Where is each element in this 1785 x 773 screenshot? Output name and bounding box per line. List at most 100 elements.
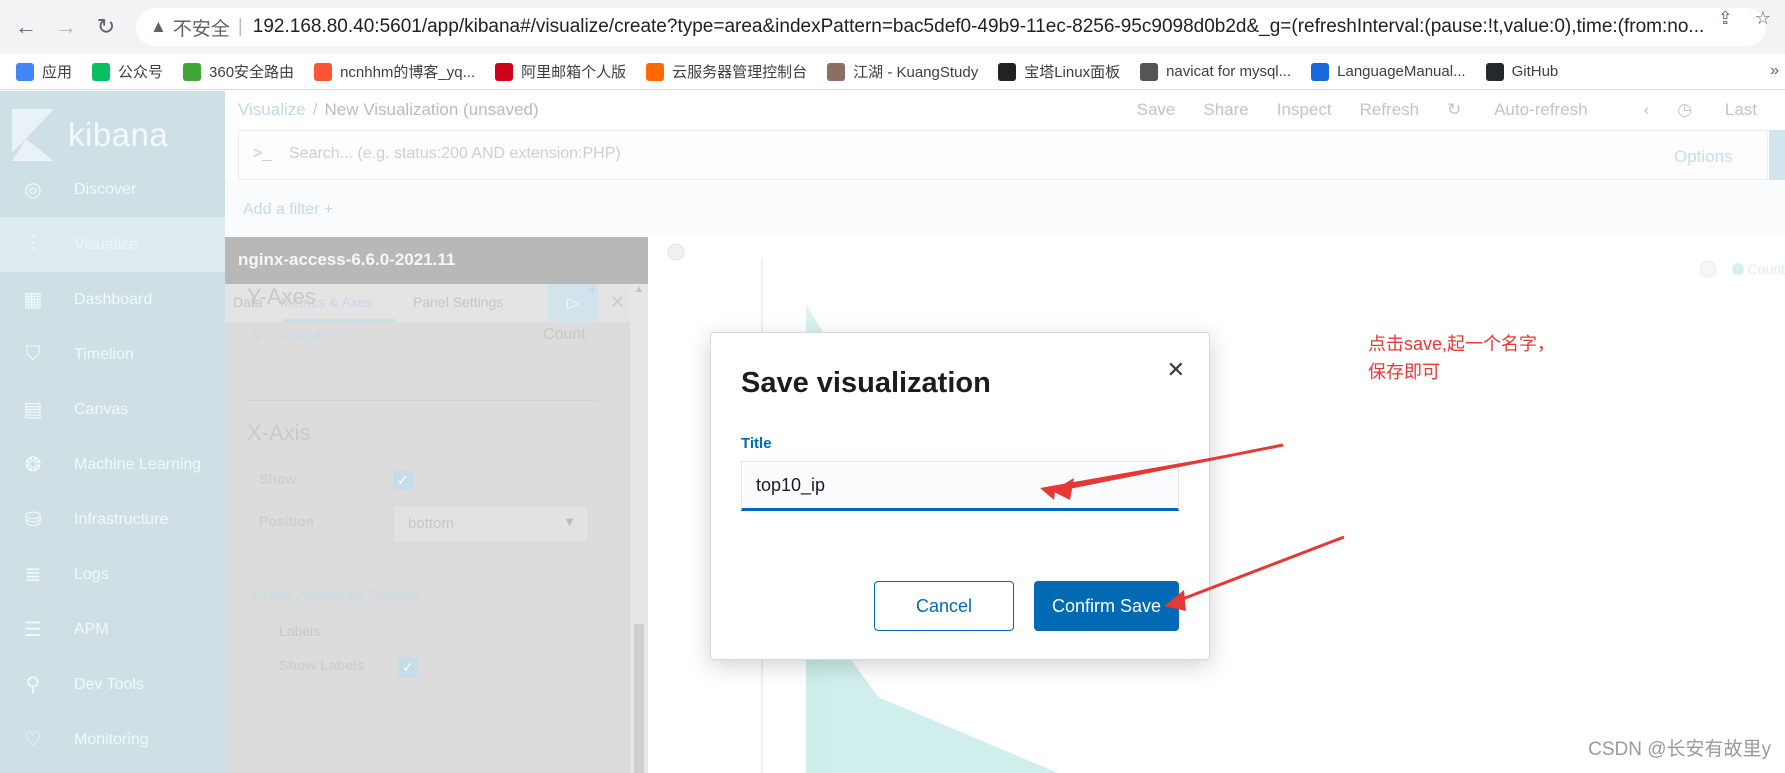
editor-scrollbar[interactable]: ▲ [630,284,648,773]
confirm-save-button[interactable]: Confirm Save [1034,581,1179,631]
reload-icon[interactable]: ↻ [86,7,126,47]
left-axis-toggle[interactable]: ▸ LeftAxis-1 [255,326,343,346]
title-input[interactable] [741,461,1179,511]
bookmark-item[interactable]: ncnhhm的博客_yq... [314,61,475,82]
show-x-axis-checkbox[interactable]: ✓ [393,470,413,490]
sidebar-item-machine-learning[interactable]: ❂ Machine Learning [0,437,225,492]
refresh-link[interactable]: Refresh [1360,100,1420,120]
search-submit-button[interactable] [1769,130,1785,180]
sidebar-item-dashboard[interactable]: ▦ Dashboard [0,272,225,327]
bookmark-item[interactable]: 宝塔Linux面板 [998,61,1120,82]
hide-advanced-options-link[interactable]: ▾ Hide Advanced Options [251,586,419,604]
sidebar-item-dev-tools[interactable]: ⚲ Dev Tools [0,657,225,712]
add-y-axis-plus-icon[interactable]: + [587,279,599,302]
show-labels-label: Show Labels [279,657,365,673]
refresh-cycle-icon: ↻ [1447,100,1467,119]
time-picker-label: Last [1724,100,1757,119]
address-bar-actions: ⇪ ☆ [1718,8,1771,29]
url-text: 192.168.80.40:5601/app/kibana#/visualize… [252,16,1705,37]
mail-icon [495,62,514,81]
bookmark-item[interactable]: 江湖 - KuangStudy [827,61,978,82]
title-field-label: Title [741,435,772,452]
bookmark-item[interactable]: 公众号 [92,61,163,82]
search-placeholder: Search... (e.g. status:200 AND extension… [289,145,621,162]
kibana-logo[interactable]: kibana [12,109,168,161]
sidebar-item-visualize[interactable]: ⫶ Visualize [0,217,225,272]
breadcrumb-current: New Visualization (unsaved) [324,100,539,119]
sidebar-item-label: Infrastructure [74,510,169,528]
query-bar: >_ Search... (e.g. status:200 AND extens… [238,130,1785,180]
chevron-down-icon: ▼ [563,514,576,529]
sidebar-item-label: APM [74,620,109,638]
back-arrow-icon[interactable]: ← [6,7,46,47]
left-axis-label: LeftAxis-1 [271,328,344,345]
collapse-sidebar-icon[interactable] [667,243,685,261]
wrench-icon: ⚲ [25,674,41,696]
timelion-icon: ⛉ [25,343,41,365]
share-link[interactable]: Share [1203,100,1248,120]
breadcrumb: Visualize / New Visualization (unsaved) [238,100,539,120]
top-actions: Save Share Inspect Refresh ↻ Auto-refres… [1137,100,1785,120]
confluence-icon [1311,62,1330,81]
show-labels-checkbox[interactable]: ✓ [398,657,418,677]
legend-label-count[interactable]: Count [1748,261,1785,277]
inspect-link[interactable]: Inspect [1277,100,1332,120]
ml-icon: ❂ [24,454,42,476]
query-prompt-icon: >_ [253,145,272,162]
sidebar-item-apm[interactable]: ☰ APM [0,602,225,657]
auto-refresh-link[interactable]: ↻ Auto-refresh [1447,100,1616,120]
save-link[interactable]: Save [1137,100,1176,120]
search-options-link[interactable]: Options [1674,147,1733,167]
position-select[interactable]: bottom ▼ [393,505,589,543]
bookmark-label: 江湖 - KuangStudy [853,64,979,81]
bookmark-item[interactable]: 云服务器管理控制台 [646,61,807,82]
chevron-left-icon[interactable]: ‹ [1644,100,1650,120]
time-picker[interactable]: ◷ Last [1677,100,1785,120]
scroll-up-arrow-icon[interactable]: ▲ [634,284,644,295]
close-icon[interactable]: ✕ [1167,357,1185,383]
browser-toolbar: ← → ↻ ▲ 不安全 | 192.168.80.40:5601/app/kib… [0,0,1785,54]
bookmark-item[interactable]: GitHub [1485,62,1559,81]
add-filter-link[interactable]: Add a filter + [243,201,333,219]
address-bar[interactable]: ▲ 不安全 | 192.168.80.40:5601/app/kibana#/v… [136,8,1766,46]
labels-subheading: Labels [279,623,321,639]
sidebar-item-timelion[interactable]: ⛉ Timelion [0,327,225,382]
bookmark-label: 云服务器管理控制台 [672,64,808,81]
cancel-button[interactable]: Cancel [874,581,1014,631]
sidebar-item-discover[interactable]: ◎ Discover [0,162,225,217]
vis-editor-sidebar: nginx-access-6.6.0-2021.11 Data Metrics … [225,237,648,773]
bookmark-star-icon[interactable]: ☆ [1755,8,1771,29]
wechat-icon [92,62,111,81]
position-select-value: bottom [408,515,454,532]
legend-swatch [1731,263,1744,275]
sidebar-item-infrastructure[interactable]: ⛁ Infrastructure [0,492,225,547]
sidebar-item-canvas[interactable]: ▤ Canvas [0,382,225,437]
sidebar-item-logs[interactable]: ≣ Logs [0,547,225,602]
bt-icon [998,62,1017,81]
bookmark-label: GitHub [1511,63,1559,80]
bookmarks-overflow-icon[interactable]: » [1770,62,1779,80]
bookmark-item[interactable]: 360安全路由 [183,61,294,82]
kibana-logo-icon [12,109,54,161]
metrics-axes-pane: Y-Axes + ▸ LeftAxis-1 Count X-Axis Show … [225,275,630,731]
bookmark-label: 应用 [42,64,73,81]
navicat-icon [1140,62,1159,81]
sidebar-item-label: Logs [74,565,109,583]
bookmark-item[interactable]: navicat for mysql... [1140,62,1291,81]
bookmark-item[interactable]: 应用 [16,61,72,82]
sidebar-item-monitoring[interactable]: ♡ Monitoring [0,712,225,767]
bookmark-item[interactable]: 阿里邮箱个人版 [495,61,626,82]
chart-legend: Count [1714,261,1785,277]
apps-icon [16,62,34,81]
bookmark-item[interactable]: LanguageManual... [1311,62,1466,81]
search-input[interactable]: >_ Search... (e.g. status:200 AND extens… [238,130,1768,180]
sidebar-item-label: Canvas [74,400,129,418]
forward-arrow-icon[interactable]: → [46,7,86,47]
share-icon[interactable]: ⇪ [1718,8,1733,29]
bookmark-label: 宝塔Linux面板 [1024,64,1121,81]
show-label: Show [259,471,297,487]
bookmark-label: 公众号 [118,64,164,81]
breadcrumb-root[interactable]: Visualize [238,100,306,119]
dashboard-icon: ▦ [23,289,43,311]
scroll-thumb[interactable] [634,624,644,773]
